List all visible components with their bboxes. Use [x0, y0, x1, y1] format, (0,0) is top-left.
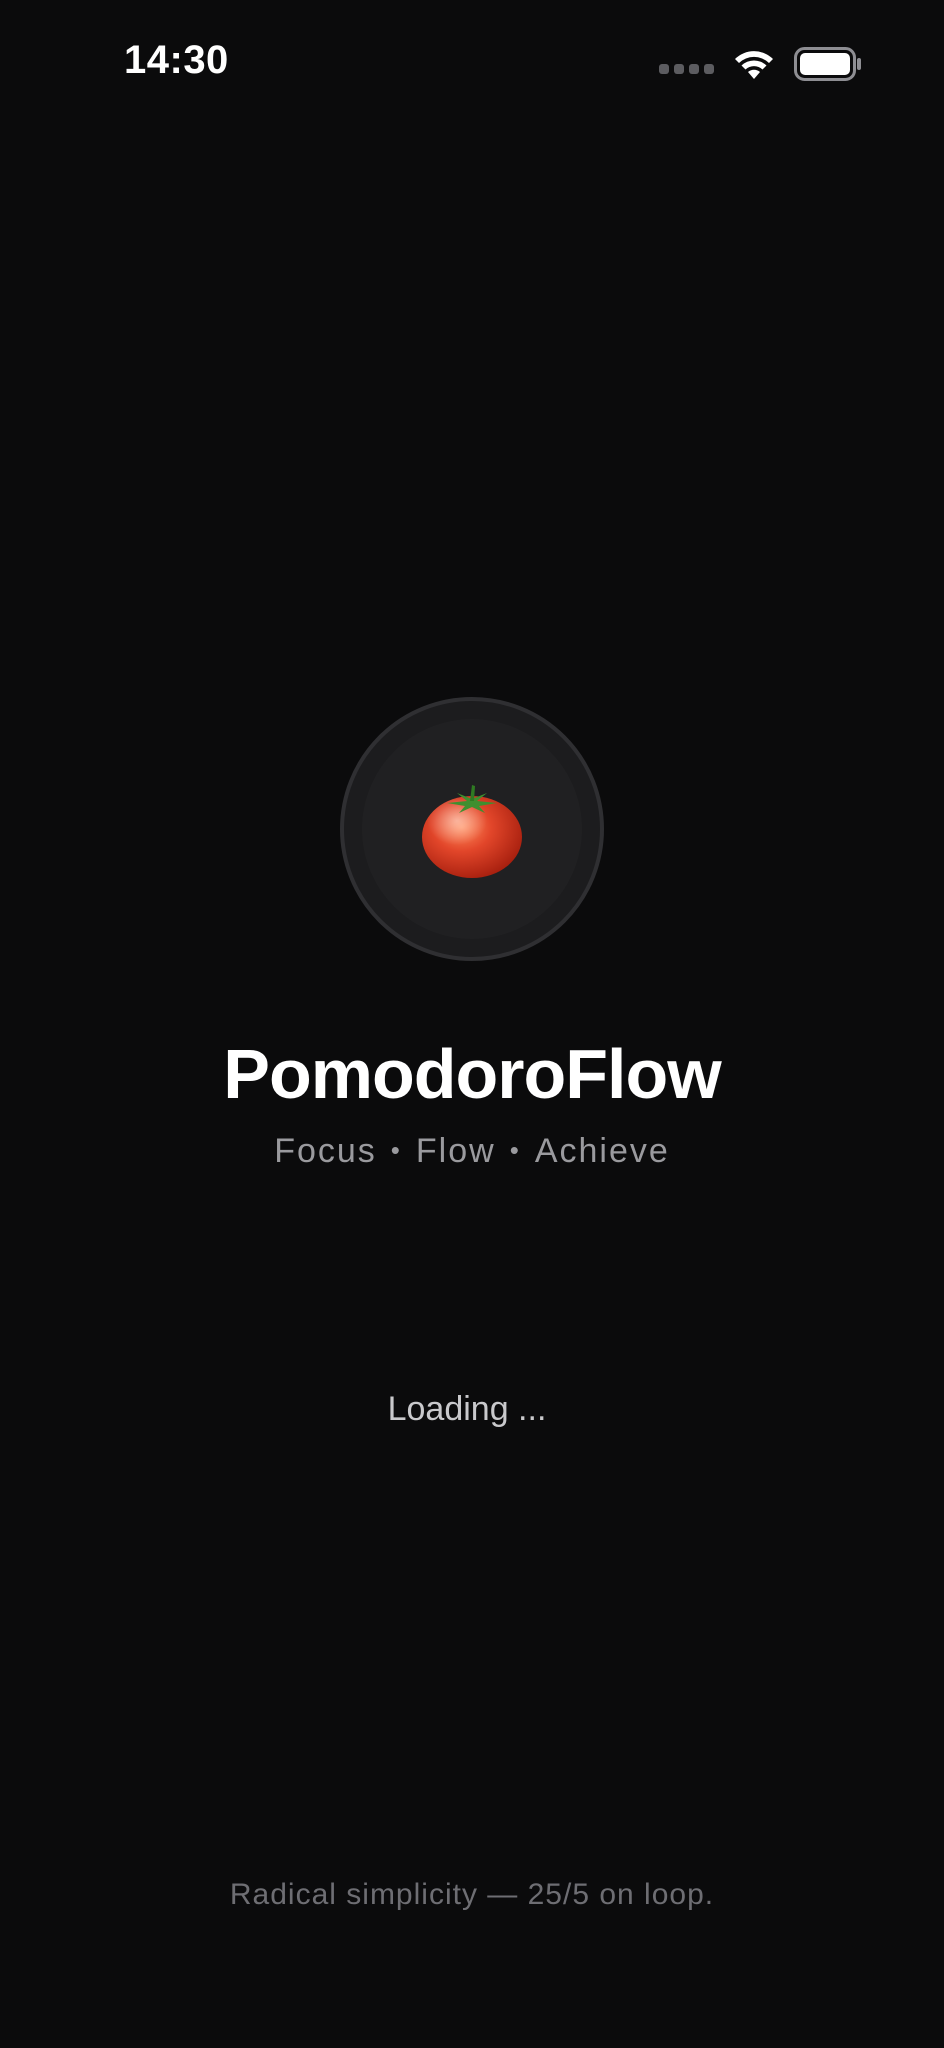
tagline: Focus • Flow • Achieve — [0, 1132, 944, 1171]
app-logo — [340, 697, 604, 961]
wifi-icon — [732, 47, 776, 81]
tomato-icon — [422, 785, 522, 878]
logo-inner-circle — [362, 719, 582, 939]
tagline-word: Focus — [274, 1132, 377, 1170]
cellular-signal-icon — [659, 64, 714, 74]
tagline-separator: • — [509, 1134, 521, 1165]
tagline-separator: • — [390, 1134, 402, 1165]
tagline-word: Achieve — [534, 1132, 670, 1170]
status-bar: 14:30 — [0, 0, 944, 130]
status-icons — [659, 44, 862, 84]
status-time: 14:30 — [124, 38, 229, 82]
tagline-word: Flow — [415, 1132, 496, 1170]
footer-text: Radical simplicity — 25/5 on loop. — [229, 1878, 715, 1911]
battery-icon — [794, 47, 862, 81]
loading-label: Loading ... — [387, 1390, 547, 1428]
app-title: PomodoroFlow — [223, 1035, 721, 1113]
